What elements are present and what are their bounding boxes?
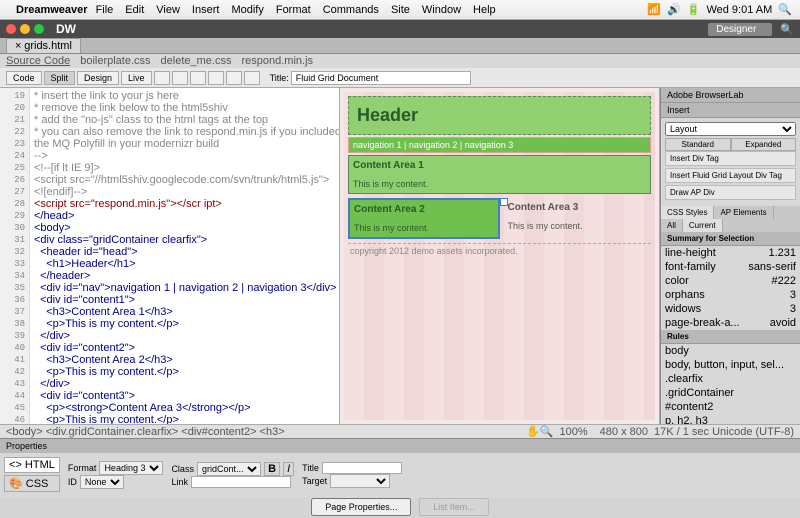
- code-view-button[interactable]: Code: [6, 71, 42, 85]
- link-input[interactable]: [191, 476, 291, 488]
- multiscreen-icon[interactable]: [208, 71, 224, 85]
- document-toolbar: Code Split Design Live Title:: [0, 68, 800, 88]
- right-panels: Adobe BrowserLab Insert Layout Standard …: [660, 88, 800, 424]
- search-icon[interactable]: 🔍: [780, 23, 794, 36]
- id-dropdown[interactable]: None: [80, 475, 124, 489]
- rules-header: Rules: [661, 330, 800, 344]
- insert-category-dropdown[interactable]: Layout: [665, 122, 796, 136]
- spotlight-icon[interactable]: 🔍: [778, 3, 792, 16]
- current-button[interactable]: Current: [683, 219, 723, 232]
- italic-icon[interactable]: I: [283, 462, 294, 476]
- line-gutter: 1920212223242526272829303132333435363738…: [0, 88, 30, 424]
- related-files-bar: Source Code boilerplate.css delete_me.cs…: [0, 54, 800, 68]
- menu-help[interactable]: Help: [473, 4, 496, 16]
- hand-tool-icon[interactable]: ✋: [526, 425, 540, 438]
- volume-icon[interactable]: 🔊: [667, 3, 681, 16]
- code-editor[interactable]: * insert the link to your js here* remov…: [30, 88, 339, 424]
- summary-header: Summary for Selection: [661, 232, 800, 246]
- clock[interactable]: Wed 9:01 AM: [706, 4, 772, 16]
- battery-icon[interactable]: 🔋: [687, 3, 701, 16]
- window-size[interactable]: 480 x 800: [600, 426, 648, 438]
- menu-edit[interactable]: Edit: [125, 4, 144, 16]
- title-field[interactable]: [322, 462, 402, 474]
- preview-content3[interactable]: Content Area 3 This is my content.: [504, 198, 652, 239]
- server-icon[interactable]: [190, 71, 206, 85]
- css-styles-tab[interactable]: CSS Styles: [661, 206, 714, 219]
- expanded-button[interactable]: Expanded: [731, 138, 797, 151]
- document-tab[interactable]: × grids.html: [6, 38, 81, 53]
- window-zoom-icon[interactable]: [34, 24, 44, 34]
- dw-logo: DW: [56, 22, 76, 36]
- zoom-tool-icon[interactable]: 🔍: [540, 425, 554, 438]
- tag-selector-bar: <body> <div.gridContainer.clearfix> <div…: [0, 424, 800, 438]
- browserlab-panel[interactable]: Adobe BrowserLab: [661, 88, 800, 103]
- design-view-button[interactable]: Design: [77, 71, 119, 85]
- standard-button[interactable]: Standard: [665, 138, 731, 151]
- split-view-button[interactable]: Split: [44, 71, 76, 85]
- app-toolbar: DW Designer 🔍: [0, 20, 800, 38]
- live-code-icon[interactable]: [154, 71, 170, 85]
- browser-preview-icon[interactable]: [226, 71, 242, 85]
- css-properties-list[interactable]: line-height1.231font-familysans-serifcol…: [661, 246, 800, 330]
- insert-fluid-div-button[interactable]: Insert Fluid Grid Layout Div Tag: [665, 168, 796, 183]
- workspace-dropdown[interactable]: Designer: [708, 23, 772, 36]
- css-mode-button[interactable]: 🎨 CSS: [4, 475, 60, 492]
- preview-header[interactable]: Header: [348, 96, 651, 135]
- preview-nav[interactable]: navigation 1 | navigation 2 | navigation…: [348, 137, 651, 153]
- css-rules-list[interactable]: bodybody, button, input, sel....clearfix…: [661, 344, 800, 424]
- class-dropdown[interactable]: gridCont...: [197, 462, 261, 476]
- menu-modify[interactable]: Modify: [231, 4, 263, 16]
- macos-menubar: Dreamweaver File Edit View Insert Modify…: [0, 0, 800, 20]
- page-stats: 17K / 1 sec Unicode (UTF-8): [654, 426, 794, 438]
- refresh-icon[interactable]: [244, 71, 260, 85]
- title-input[interactable]: [291, 71, 471, 85]
- properties-inspector: Properties <> HTML 🎨 CSS Format Heading …: [0, 438, 800, 498]
- html-mode-button[interactable]: <> HTML: [4, 457, 60, 473]
- menu-file[interactable]: File: [96, 4, 114, 16]
- draw-ap-div-button[interactable]: Draw AP Div: [665, 185, 796, 200]
- window-minimize-icon[interactable]: [20, 24, 30, 34]
- menu-commands[interactable]: Commands: [323, 4, 379, 16]
- page-properties-button[interactable]: Page Properties...: [311, 498, 411, 516]
- code-pane[interactable]: 1920212223242526272829303132333435363738…: [0, 88, 340, 424]
- preview-footer[interactable]: copyright 2012 demo assets incorporated.: [348, 243, 651, 258]
- list-item-button[interactable]: List Item...: [419, 498, 489, 516]
- ap-elements-tab[interactable]: AP Elements: [714, 206, 773, 219]
- live-view-button[interactable]: Live: [121, 71, 152, 85]
- tag-selector[interactable]: <body> <div.gridContainer.clearfix> <div…: [6, 426, 285, 438]
- document-tabbar: × grids.html: [0, 38, 800, 54]
- menu-format[interactable]: Format: [276, 4, 311, 16]
- target-dropdown[interactable]: [330, 474, 390, 488]
- inspect-icon[interactable]: [172, 71, 188, 85]
- related-file[interactable]: respond.min.js: [241, 55, 313, 67]
- menu-site[interactable]: Site: [391, 4, 410, 16]
- app-name[interactable]: Dreamweaver: [16, 4, 88, 16]
- window-close-icon[interactable]: [6, 24, 16, 34]
- bold-icon[interactable]: B: [264, 462, 280, 476]
- title-label: Title:: [270, 73, 289, 83]
- menu-insert[interactable]: Insert: [192, 4, 220, 16]
- related-file[interactable]: boilerplate.css: [80, 55, 150, 67]
- preview-content1[interactable]: Content Area 1 This is my content.: [348, 155, 651, 194]
- properties-header[interactable]: Properties: [0, 439, 800, 453]
- resize-handle-icon[interactable]: [500, 198, 508, 206]
- insert-div-button[interactable]: Insert Div Tag: [665, 151, 796, 166]
- related-file[interactable]: delete_me.css: [161, 55, 232, 67]
- wifi-icon[interactable]: 📶: [647, 3, 661, 16]
- related-file[interactable]: Source Code: [6, 55, 70, 67]
- zoom-level[interactable]: 100%: [560, 426, 588, 438]
- close-icon[interactable]: ×: [15, 40, 21, 52]
- preview-content2-selected[interactable]: Content Area 2 This is my content.: [348, 198, 500, 239]
- design-pane[interactable]: Header navigation 1 | navigation 2 | nav…: [340, 88, 660, 424]
- all-button[interactable]: All: [661, 219, 683, 232]
- format-dropdown[interactable]: Heading 3: [99, 461, 163, 475]
- insert-panel[interactable]: Insert: [661, 103, 800, 118]
- menu-window[interactable]: Window: [422, 4, 461, 16]
- menu-view[interactable]: View: [156, 4, 180, 16]
